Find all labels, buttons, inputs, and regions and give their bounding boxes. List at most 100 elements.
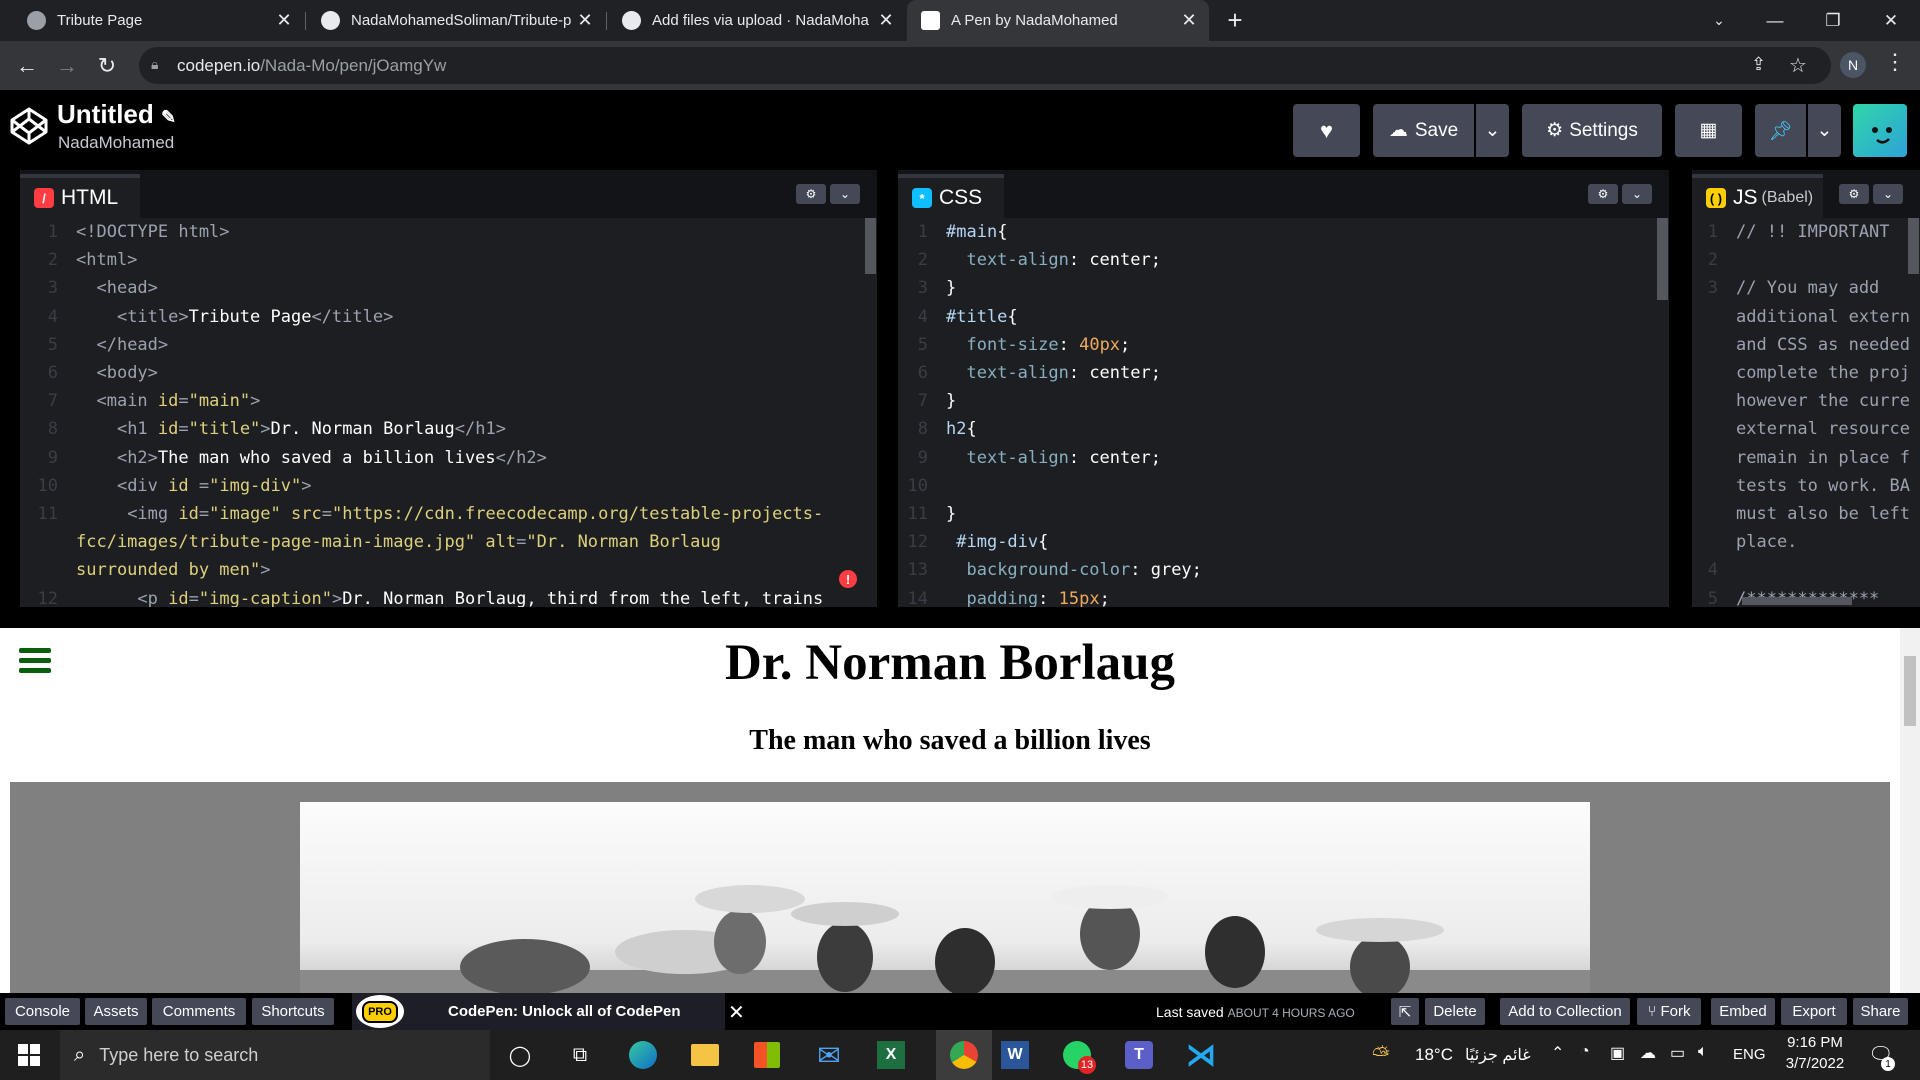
excel-icon[interactable]: X [874, 1038, 908, 1072]
close-tab-icon[interactable]: ✕ [1177, 10, 1201, 31]
preview-scrollbar[interactable] [1900, 628, 1920, 993]
code-line[interactable]: 9 text-align: center; [898, 444, 1202, 472]
embed-button[interactable]: Embed [1711, 998, 1775, 1025]
code-line[interactable]: 12 #img-div{ [898, 528, 1202, 556]
code-line[interactable]: 2 <html> [20, 246, 823, 274]
clock[interactable]: 9:16 PM 3/7/2022 [1770, 1034, 1860, 1072]
browser-tab[interactable]: Tribute Page ✕ [0, 0, 304, 41]
code-area[interactable]: 1 <!DOCTYPE html> 2 <html> 3 <head> 4 <title>… [20, 218, 824, 613]
code-line[interactable]: 9 <h2>The man who saved a billion lives<… [20, 444, 823, 472]
user-avatar[interactable] [1853, 104, 1907, 157]
code-line[interactable]: 8 h2{ [898, 415, 1202, 443]
share-icon[interactable]: ⇪ [1751, 54, 1766, 75]
close-window-icon[interactable]: ✕ [1862, 0, 1920, 41]
comments-button[interactable]: Comments [152, 998, 246, 1025]
code-line[interactable]: 5 font-size: 40px; [898, 331, 1202, 359]
close-tab-icon[interactable]: ✕ [272, 10, 296, 31]
like-button[interactable]: ♥ [1293, 104, 1360, 157]
cortana-icon[interactable]: ◯ [503, 1038, 537, 1072]
code-line[interactable]: tests to work. BA [1692, 472, 1910, 500]
pin-dropdown-button[interactable]: ⌄ [1808, 104, 1841, 157]
browser-tab[interactable]: NadaMohamedSoliman/Tribute-p ✕ [305, 0, 605, 41]
url-text[interactable]: codepen.io/Nada-Mo/pen/jOamgYw [177, 56, 446, 76]
js-editor-tab[interactable]: ( ) JS (Babel) [1692, 174, 1824, 218]
settings-button[interactable]: ⚙ Settings [1522, 104, 1662, 157]
code-area[interactable]: 1 #main{2 text-align: center; 3} 4 #title{5 … [898, 218, 1202, 613]
open-external-icon[interactable]: ⇱ [1391, 998, 1419, 1025]
editor-collapse-button[interactable]: ⌄ [1873, 184, 1903, 204]
save-button[interactable]: ☁ Save [1373, 104, 1474, 157]
weather-icon[interactable]: ⛅︎ [1372, 1042, 1390, 1068]
fork-button[interactable]: ⑂ Fork [1637, 998, 1701, 1025]
code-line[interactable]: 7} [898, 387, 1202, 415]
show-hidden-icons[interactable]: ⌃ [1551, 1043, 1564, 1063]
css-editor[interactable]: * CSS ⚙ ⌄ 1 #main{2 text-align: center; 3}… [898, 170, 1669, 609]
file-explorer-icon[interactable] [688, 1038, 722, 1072]
chrome-icon[interactable] [936, 1030, 992, 1080]
code-line[interactable]: 3} [898, 274, 1202, 302]
css-editor-tab[interactable]: * CSS [898, 174, 1005, 218]
console-button[interactable]: Console [5, 998, 80, 1025]
code-line[interactable]: 6 <body> [20, 359, 823, 387]
editor-settings-button[interactable]: ⚙ [1839, 184, 1869, 204]
tab-search-icon[interactable]: ⌄ [1690, 0, 1748, 41]
new-tab-icon[interactable]: + [1205, 0, 1265, 41]
editor-horizontal-scrollbar[interactable] [1742, 597, 1852, 605]
profile-avatar[interactable]: N [1840, 52, 1866, 78]
add-to-collection-button[interactable]: Add to Collection [1500, 998, 1630, 1025]
battery-icon[interactable]: ▭ [1670, 1043, 1685, 1063]
code-line[interactable]: 6 text-align: center; [898, 359, 1202, 387]
code-line[interactable]: additional extern [1692, 303, 1910, 331]
code-line[interactable]: 11} [898, 500, 1202, 528]
code-line[interactable]: complete the proj [1692, 359, 1910, 387]
pen-title[interactable]: Untitled ✎ [57, 99, 176, 130]
bookmark-star-icon[interactable]: ☆ [1789, 53, 1807, 78]
code-line[interactable]: 1 #main{ [898, 218, 1202, 246]
editor-scrollbar[interactable] [1657, 218, 1668, 300]
editor-scrollbar[interactable] [1908, 218, 1919, 274]
save-dropdown-button[interactable]: ⌄ [1476, 104, 1509, 157]
delete-button[interactable]: Delete [1425, 998, 1485, 1025]
share-button[interactable]: Share [1853, 998, 1908, 1025]
assets-button[interactable]: Assets [85, 998, 147, 1025]
code-line[interactable]: 10 [898, 472, 1202, 500]
minimize-icon[interactable]: — [1746, 0, 1804, 41]
code-line[interactable]: 1 // !! IMPORTANT [1692, 218, 1910, 246]
edge-icon[interactable] [626, 1038, 660, 1072]
whatsapp-icon[interactable]: 13 [1060, 1038, 1096, 1074]
export-button[interactable]: Export [1781, 998, 1847, 1025]
code-line[interactable]: 4 [1692, 556, 1910, 584]
weather-text[interactable]: غائم جزئيًا [1465, 1045, 1531, 1065]
code-line[interactable]: 2 text-align: center; [898, 246, 1202, 274]
back-icon[interactable]: ← [8, 41, 46, 90]
change-view-button[interactable]: ▦ [1675, 104, 1742, 157]
forward-icon[interactable]: → [48, 41, 86, 90]
code-line[interactable]: 5 </head> [20, 331, 823, 359]
mail-icon[interactable]: ✉ [812, 1038, 846, 1072]
browser-tab[interactable]: Add files via upload · NadaMoha ✕ [606, 0, 906, 41]
close-promo-icon[interactable]: ✕ [728, 1000, 745, 1025]
code-line[interactable]: must also be left [1692, 500, 1910, 528]
code-line[interactable]: external resource [1692, 415, 1910, 443]
code-line[interactable]: 13 background-color: grey; [898, 556, 1202, 584]
code-line[interactable]: 3 <head> [20, 274, 823, 302]
code-line[interactable]: 4 <title>Tribute Page</title> [20, 303, 823, 331]
onedrive-icon[interactable]: ☁ [1640, 1043, 1656, 1063]
address-bar[interactable]: 🔒︎ codepen.io/Nada-Mo/pen/jOamgYw ⇪ ☆ [139, 47, 1831, 84]
temperature[interactable]: 18°C [1415, 1045, 1453, 1065]
restore-icon[interactable]: ❐ [1804, 0, 1862, 41]
codepen-logo-icon[interactable] [9, 106, 49, 146]
editor-scrollbar[interactable] [865, 218, 876, 274]
vscode-icon[interactable]: ⋊ [1184, 1038, 1218, 1072]
shortcuts-button[interactable]: Shortcuts [252, 998, 334, 1025]
microsoft-store-icon[interactable] [750, 1038, 784, 1072]
reload-icon[interactable]: ↻ [88, 41, 126, 90]
meet-now-icon[interactable]: ▣ [1610, 1043, 1625, 1063]
volume-icon[interactable]: 🔈︎ [1698, 1043, 1708, 1061]
taskbar-search-box[interactable]: ⌕ Type here to search [60, 1030, 490, 1080]
code-line[interactable]: 7 <main id="main"> [20, 387, 823, 415]
editor-settings-button[interactable]: ⚙ [796, 184, 826, 204]
code-line[interactable]: fcc/images/tribute-page-main-image.jpg" … [20, 528, 823, 556]
error-icon[interactable]: ! [839, 570, 857, 588]
js-editor[interactable]: ( ) JS (Babel) ⚙ ⌄ 1 // !! IMPORTANT 2 3 // … [1692, 170, 1920, 609]
